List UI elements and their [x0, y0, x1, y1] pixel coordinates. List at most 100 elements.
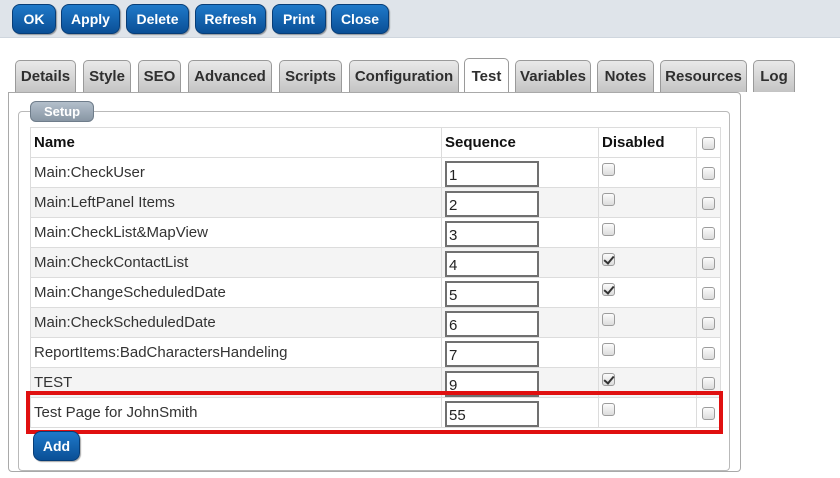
column-header-select	[696, 127, 721, 158]
table-row: Main:CheckList&MapView	[30, 217, 721, 248]
sequence-input[interactable]	[445, 310, 539, 337]
row-sequence-cell	[441, 367, 599, 398]
sequence-input[interactable]	[445, 280, 539, 307]
row-sequence-cell	[441, 217, 599, 248]
tab-log[interactable]: Log	[753, 60, 795, 92]
table-row: TEST	[30, 367, 721, 398]
row-select-cell	[696, 337, 721, 368]
tab-advanced[interactable]: Advanced	[188, 60, 272, 92]
sequence-input[interactable]	[445, 190, 539, 217]
row-select-checkbox[interactable]	[702, 376, 715, 390]
column-header-name: Name	[30, 127, 442, 158]
row-disabled-cell	[598, 217, 697, 248]
row-sequence-cell	[441, 307, 599, 338]
row-select-cell	[696, 247, 721, 278]
tab-style[interactable]: Style	[83, 60, 131, 92]
tab-configuration[interactable]: Configuration	[349, 60, 459, 92]
row-sequence-cell	[441, 397, 599, 428]
disabled-checkbox[interactable]	[602, 192, 615, 206]
row-select-cell	[696, 187, 721, 218]
row-select-cell	[696, 367, 721, 398]
tab-variables[interactable]: Variables	[515, 60, 591, 92]
toolbar: OK Apply Delete Refresh Print Close	[0, 0, 840, 38]
row-sequence-cell	[441, 337, 599, 368]
table-row: Main:CheckContactList	[30, 247, 721, 278]
row-select-checkbox[interactable]	[702, 226, 715, 240]
sequence-input[interactable]	[445, 220, 539, 247]
setup-table: Name Sequence Disabled Main:CheckUserMai…	[30, 127, 721, 428]
disabled-checkbox[interactable]	[602, 222, 615, 236]
row-select-checkbox[interactable]	[702, 406, 715, 420]
disabled-checkbox[interactable]	[602, 162, 615, 176]
delete-button[interactable]: Delete	[126, 4, 189, 34]
row-name: Main:CheckUser	[30, 157, 442, 188]
ok-button[interactable]: OK	[12, 4, 56, 34]
row-disabled-cell	[598, 307, 697, 338]
disabled-checkbox[interactable]	[602, 372, 615, 386]
row-disabled-cell	[598, 397, 697, 428]
row-name: TEST	[30, 367, 442, 398]
row-select-checkbox[interactable]	[702, 346, 715, 360]
table-header-row: Name Sequence Disabled	[30, 127, 721, 158]
row-select-checkbox[interactable]	[702, 256, 715, 270]
column-header-sequence: Sequence	[441, 127, 599, 158]
row-disabled-cell	[598, 337, 697, 368]
setup-legend: Setup	[30, 101, 94, 122]
select-all-checkbox[interactable]	[702, 136, 715, 150]
disabled-checkbox[interactable]	[602, 252, 615, 266]
row-select-checkbox[interactable]	[702, 316, 715, 330]
tab-seo[interactable]: SEO	[138, 60, 181, 92]
sequence-input[interactable]	[445, 250, 539, 277]
disabled-checkbox[interactable]	[602, 342, 615, 356]
row-disabled-cell	[598, 247, 697, 278]
row-disabled-cell	[598, 157, 697, 188]
row-select-cell	[696, 157, 721, 188]
tab-scripts[interactable]: Scripts	[279, 60, 342, 92]
table-row: Main:CheckUser	[30, 157, 721, 188]
sequence-input[interactable]	[445, 160, 539, 187]
row-sequence-cell	[441, 187, 599, 218]
row-name: Main:CheckList&MapView	[30, 217, 442, 248]
row-name: Main:LeftPanel Items	[30, 187, 442, 218]
refresh-button[interactable]: Refresh	[195, 4, 266, 34]
apply-button[interactable]: Apply	[61, 4, 120, 34]
row-sequence-cell	[441, 277, 599, 308]
disabled-checkbox[interactable]	[602, 312, 615, 326]
row-select-cell	[696, 217, 721, 248]
tab-notes[interactable]: Notes	[597, 60, 654, 92]
row-select-checkbox[interactable]	[702, 286, 715, 300]
row-disabled-cell	[598, 187, 697, 218]
disabled-checkbox[interactable]	[602, 282, 615, 296]
row-select-cell	[696, 277, 721, 308]
table-row: Main:LeftPanel Items	[30, 187, 721, 218]
tab-resources[interactable]: Resources	[660, 60, 747, 92]
row-select-cell	[696, 397, 721, 428]
tab-bar: Details Style SEO Advanced Scripts Confi…	[0, 58, 840, 93]
row-disabled-cell	[598, 367, 697, 398]
row-name: Main:CheckContactList	[30, 247, 442, 278]
table-row: Main:ChangeScheduledDate	[30, 277, 721, 308]
sequence-input[interactable]	[445, 340, 539, 367]
print-button[interactable]: Print	[272, 4, 326, 34]
disabled-checkbox[interactable]	[602, 402, 615, 416]
row-sequence-cell	[441, 157, 599, 188]
sequence-input[interactable]	[445, 400, 539, 427]
row-select-checkbox[interactable]	[702, 196, 715, 210]
add-button[interactable]: Add	[33, 431, 80, 461]
table-row: Test Page for JohnSmith	[30, 397, 721, 428]
row-disabled-cell	[598, 277, 697, 308]
row-select-cell	[696, 307, 721, 338]
sequence-input[interactable]	[445, 370, 539, 397]
row-sequence-cell	[441, 247, 599, 278]
row-name: Main:ChangeScheduledDate	[30, 277, 442, 308]
row-name: ReportItems:BadCharactersHandeling	[30, 337, 442, 368]
column-header-disabled: Disabled	[598, 127, 697, 158]
row-select-checkbox[interactable]	[702, 166, 715, 180]
tab-details[interactable]: Details	[15, 60, 76, 92]
tab-test[interactable]: Test	[464, 58, 509, 93]
table-row: Main:CheckScheduledDate	[30, 307, 721, 338]
table-row: ReportItems:BadCharactersHandeling	[30, 337, 721, 368]
row-name: Main:CheckScheduledDate	[30, 307, 442, 338]
close-button[interactable]: Close	[331, 4, 389, 34]
row-name: Test Page for JohnSmith	[30, 397, 442, 428]
